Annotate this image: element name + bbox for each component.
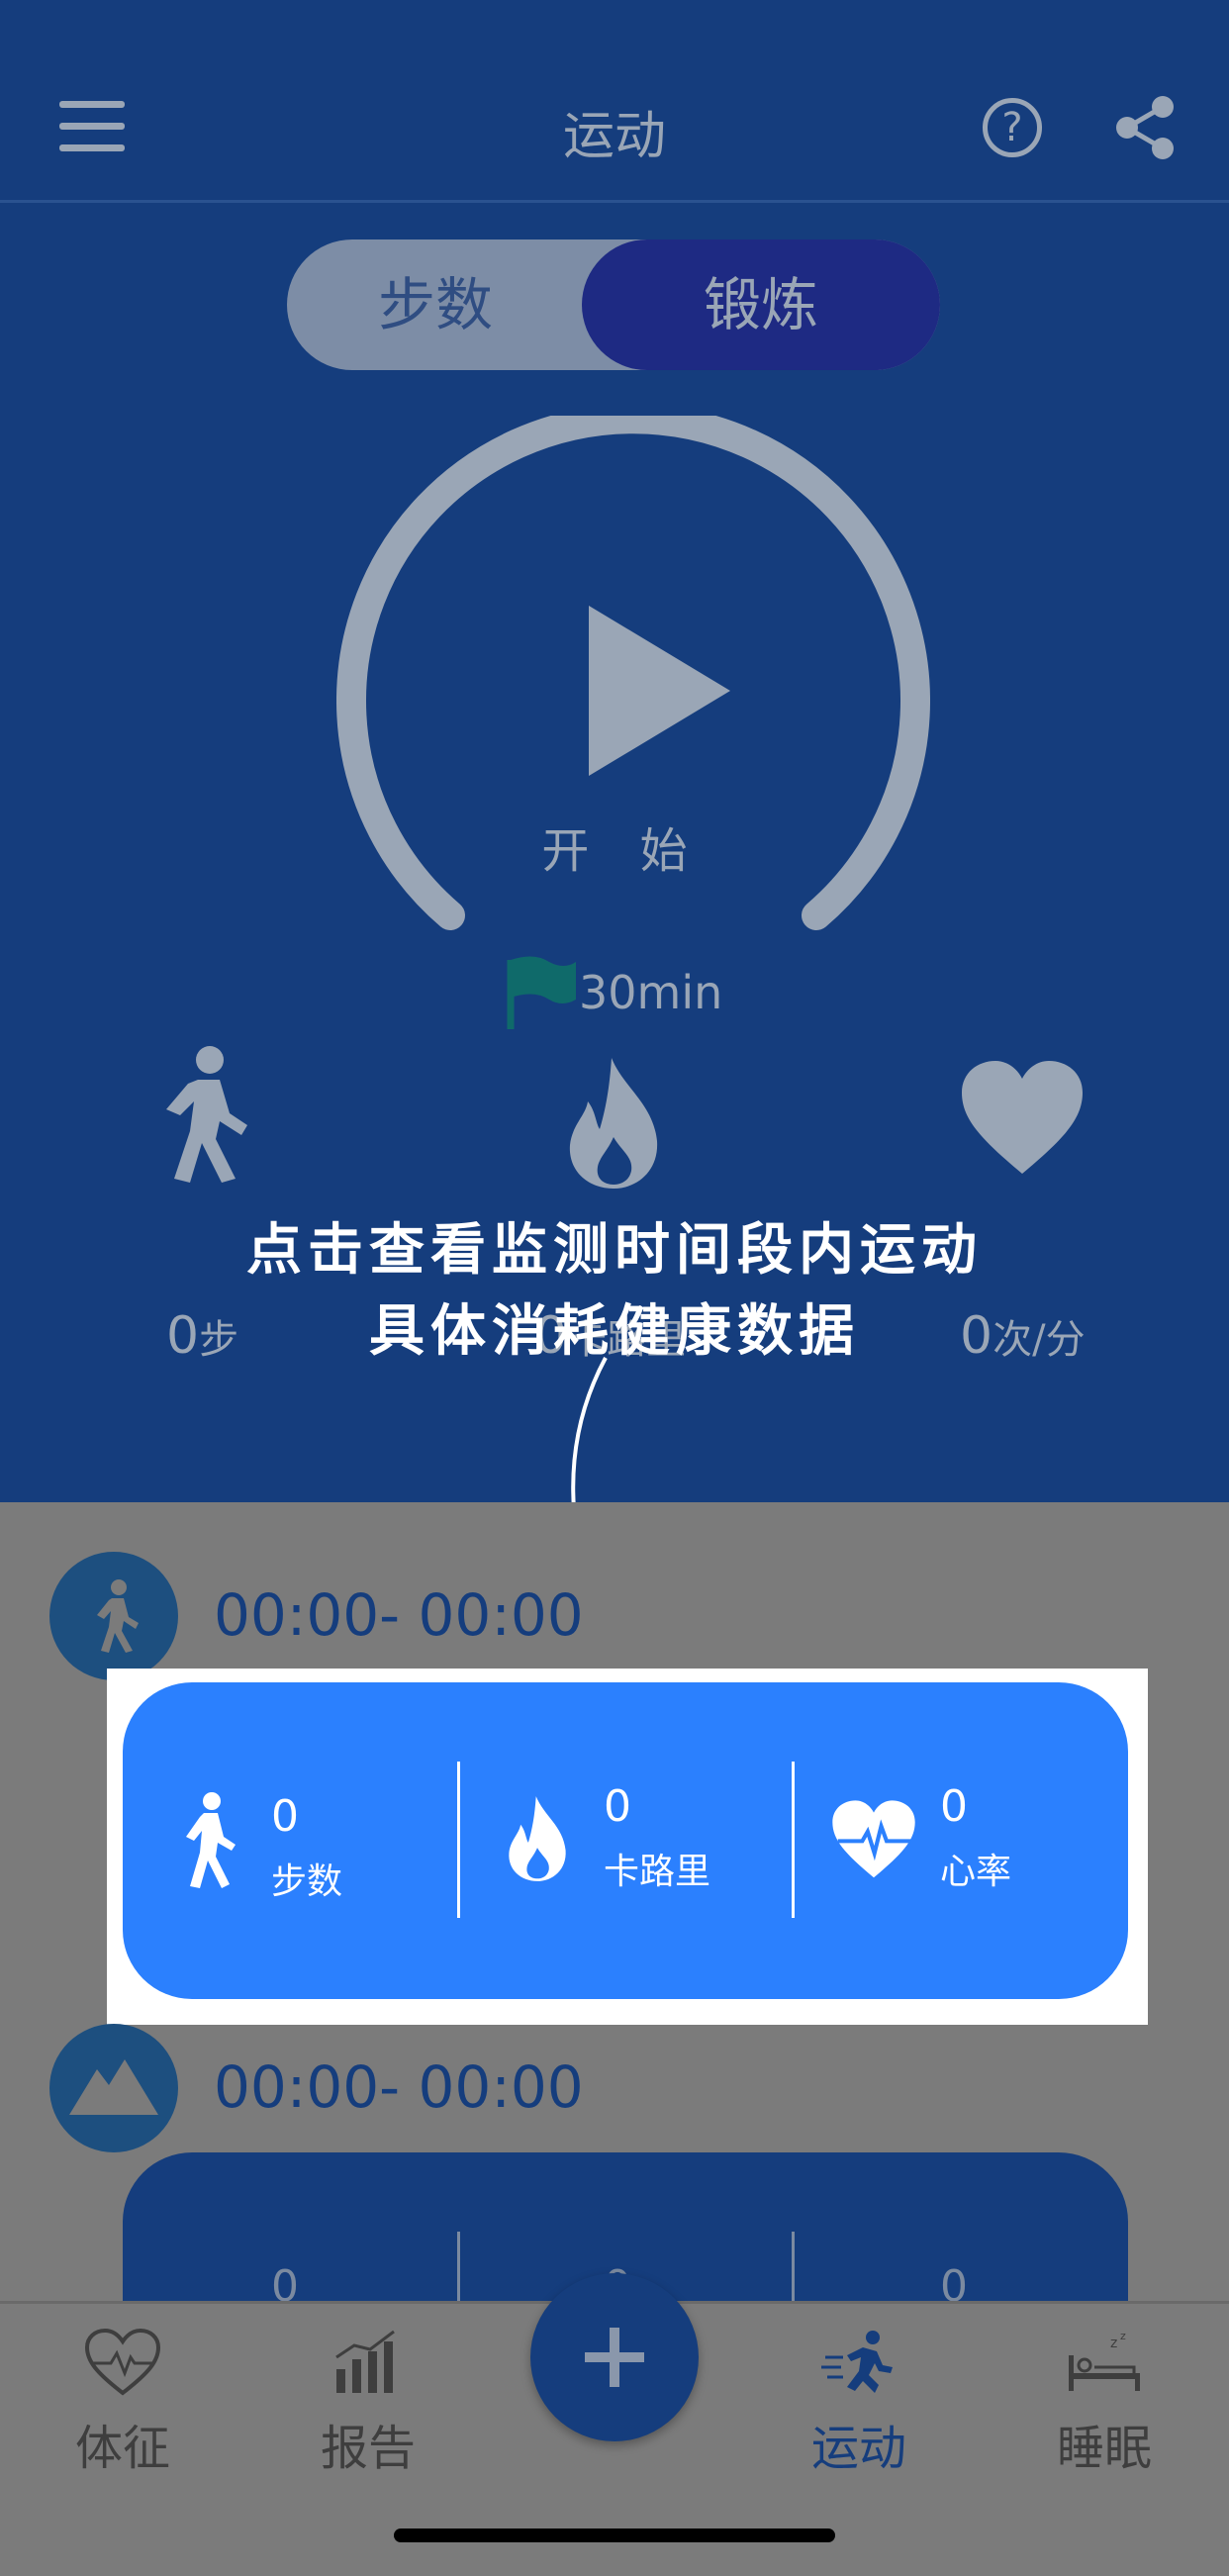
nav-label: 运动 (810, 2421, 906, 2476)
record-card[interactable]: 0 步数 0 卡路里 0 心率 (123, 1682, 1128, 1999)
bar-chart-icon (335, 2330, 395, 2393)
play-icon (589, 606, 730, 776)
record-time: 00:00- 00:00 (214, 1581, 584, 1649)
calories-value: 0 (604, 1781, 631, 1832)
flag-icon (507, 956, 576, 1029)
nav-label: 报告 (320, 2421, 416, 2476)
bed-icon: z z (1069, 2330, 1140, 2391)
app-header: 运动 ? (0, 0, 1229, 203)
nav-label: 睡眠 (1056, 2421, 1152, 2476)
record-walk-badge (49, 1552, 178, 1680)
home-indicator (394, 2528, 835, 2542)
steps-label: 步数 (271, 1861, 343, 1902)
heart-pulse-icon (84, 2328, 161, 2396)
start-label: 开 始 (541, 823, 706, 879)
add-button[interactable] (530, 2273, 699, 2441)
flame-icon (569, 1058, 658, 1189)
heart-icon (962, 1061, 1083, 1174)
svg-text:z: z (1120, 2330, 1126, 2342)
walking-icon (166, 1046, 247, 1183)
heart-rate-label: 心率 (940, 1852, 1012, 1892)
svg-text:z: z (1110, 2336, 1117, 2351)
nav-item-exercise[interactable]: 运动 (760, 2328, 958, 2526)
tooltip-line-1: 点击查看监测时间段内运动 (246, 1218, 983, 1283)
tab-exercise[interactable]: 锻炼 (582, 239, 940, 370)
nav-item-vitals[interactable]: 体征 (24, 2328, 222, 2526)
goal-duration: 30min (579, 966, 723, 1019)
help-icon[interactable]: ? (983, 98, 1042, 157)
divider (457, 1762, 460, 1918)
steps-value: 0 (271, 1791, 299, 1842)
share-icon[interactable] (1114, 95, 1176, 160)
nav-item-report[interactable]: 报告 (269, 2328, 467, 2526)
page-title: 运动 (562, 107, 666, 166)
divider (792, 1762, 795, 1918)
nav-item-sleep[interactable]: z z 睡眠 (1005, 2328, 1203, 2526)
record-time: 00:00- 00:00 (214, 2053, 584, 2121)
mountain-icon (69, 2059, 158, 2115)
walking-icon (97, 1579, 139, 1653)
running-icon (821, 2331, 893, 2393)
tab-steps[interactable]: 步数 (287, 239, 584, 370)
plus-icon (585, 2328, 644, 2387)
tooltip-line-2: 具体消耗健康数据 (369, 1299, 860, 1364)
heart-rate-value: 0 (940, 1781, 968, 1832)
nav-label: 体征 (74, 2421, 170, 2476)
flame-icon (509, 1796, 566, 1881)
walking-icon (186, 1792, 236, 1888)
calories-label: 卡路里 (604, 1852, 711, 1892)
start-ring[interactable] (336, 416, 930, 1009)
heart-pulse-icon (832, 1800, 915, 1878)
record-mountain-badge (49, 2024, 178, 2152)
